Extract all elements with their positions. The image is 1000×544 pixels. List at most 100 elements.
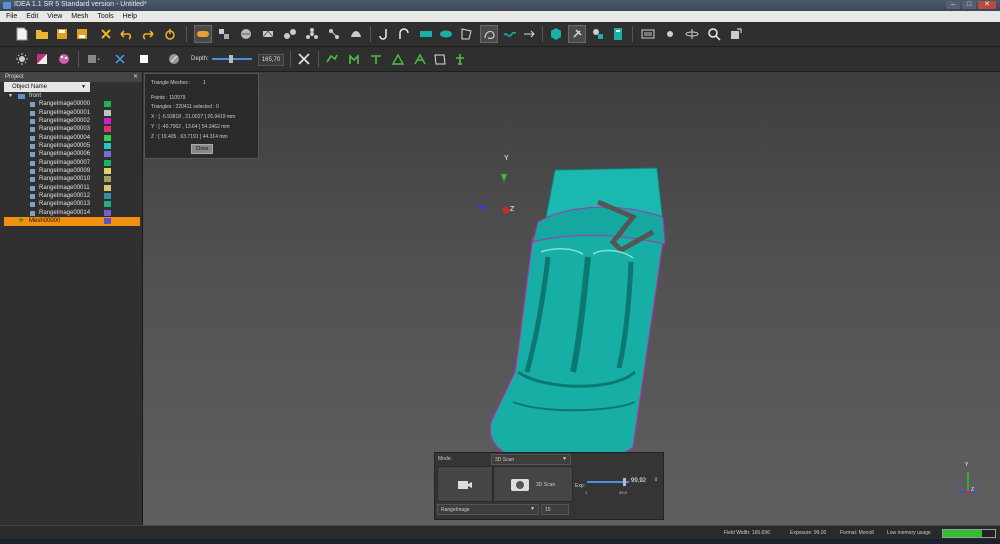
tree-item-rangeimage[interactable]: RangeImage00013 (4, 200, 140, 208)
filter-icon[interactable] (590, 26, 606, 42)
menu-edit[interactable]: Edit (26, 11, 38, 22)
new-file-icon[interactable] (14, 26, 30, 42)
surface-icon[interactable] (348, 26, 364, 42)
info-close-button[interactable]: Close (191, 144, 213, 154)
depth-slider-handle[interactable] (229, 55, 233, 63)
tools-icon[interactable] (296, 51, 312, 67)
object-name-column-header[interactable]: Object Name ▼ (4, 82, 90, 92)
visibility-checkbox[interactable] (30, 102, 35, 108)
depth-value[interactable]: 165,70 (258, 54, 284, 66)
visibility-checkbox[interactable] (30, 177, 35, 183)
align-icon[interactable] (216, 26, 232, 42)
tree-item-rangeimage[interactable]: RangeImage00010 (4, 175, 140, 183)
save-as-icon[interactable] (74, 26, 90, 42)
tree-item-rangeimage[interactable]: RangeImage00005 (4, 142, 140, 150)
zoom-icon[interactable] (706, 26, 722, 42)
merge-icon[interactable] (260, 26, 276, 42)
light-icon[interactable] (14, 51, 30, 67)
menu-view[interactable]: View (47, 11, 62, 22)
color-swatch[interactable] (104, 218, 111, 225)
green-tool-4-icon[interactable] (390, 51, 406, 67)
monitor-icon[interactable] (640, 26, 656, 42)
plane-icon[interactable] (684, 26, 700, 42)
curve-r-icon[interactable] (396, 26, 412, 42)
menu-tools[interactable]: Tools (97, 11, 113, 22)
menu-help[interactable]: Help (123, 11, 137, 22)
color-swatch[interactable] (104, 159, 111, 166)
color-swatch[interactable] (104, 193, 111, 200)
white-square-icon[interactable] (138, 51, 154, 67)
lasso-icon[interactable] (480, 25, 498, 43)
tree-item-rangeimage[interactable]: RangeImage00001 (4, 109, 140, 117)
target-icon[interactable] (662, 26, 678, 42)
mesh-view-icon[interactable] (432, 51, 448, 67)
visibility-checkbox[interactable] (30, 160, 35, 166)
tree-item-mesh-selected[interactable]: ★ Mesh00000 (4, 217, 140, 226)
menu-file[interactable]: File (6, 11, 17, 22)
arrow-right-icon[interactable] (522, 26, 538, 42)
exposure-spinner[interactable]: ⇕ (654, 477, 658, 483)
scanner-icon[interactable] (194, 25, 212, 43)
color-swatch[interactable] (104, 176, 111, 183)
close-project-icon[interactable] (98, 26, 114, 42)
cluster-icon[interactable] (304, 26, 320, 42)
color-swatch[interactable] (104, 109, 111, 116)
visibility-checkbox[interactable] (30, 202, 35, 208)
3d-scan-button[interactable]: 3D Scan (493, 466, 573, 502)
visibility-checkbox[interactable] (30, 119, 35, 125)
tree-item-rangeimage[interactable]: RangeImage00014 (4, 209, 140, 217)
axis-cross-icon[interactable] (112, 51, 128, 67)
save-icon[interactable] (54, 26, 70, 42)
visibility-checkbox[interactable] (30, 110, 35, 116)
color-swatch[interactable] (104, 151, 111, 158)
redo-icon[interactable] (140, 26, 156, 42)
green-tool-5-icon[interactable] (412, 51, 428, 67)
visibility-checkbox[interactable] (30, 135, 35, 141)
power-icon[interactable] (162, 26, 178, 42)
panel-close-icon[interactable]: ✕ (133, 72, 138, 82)
menu-mesh[interactable]: Mesh (71, 11, 88, 22)
curve-j-icon[interactable] (376, 26, 392, 42)
mode-select[interactable]: 3D Scan ▼ (491, 454, 571, 465)
visibility-checkbox[interactable] (30, 194, 35, 200)
tree-item-rangeimage[interactable]: RangeImage00009 (4, 167, 140, 175)
visibility-checkbox[interactable] (30, 144, 35, 150)
color-square-icon[interactable] (86, 51, 102, 67)
color-swatch[interactable] (104, 184, 111, 191)
pin-icon[interactable] (568, 25, 586, 43)
visibility-checkbox[interactable] (30, 210, 35, 216)
color-swatch[interactable] (104, 134, 111, 141)
palette-icon[interactable] (56, 51, 72, 67)
visibility-checkbox[interactable] (30, 152, 35, 158)
expand-arrow-icon[interactable]: ▼ (8, 92, 13, 100)
visibility-checkbox[interactable] (30, 127, 35, 133)
tree-item-rangeimage[interactable]: RangeImage00012 (4, 192, 140, 200)
ellipse-icon[interactable] (438, 26, 454, 42)
exposure-slider-handle[interactable] (623, 478, 626, 486)
camera-button[interactable] (437, 466, 493, 502)
tree-item-rangeimage[interactable]: RangeImage00003 (4, 125, 140, 133)
close-window-button[interactable]: ✕ (978, 1, 996, 9)
minimize-button[interactable]: – (946, 1, 960, 9)
mesh-nodes-icon[interactable] (326, 26, 342, 42)
color-swatch[interactable] (104, 168, 111, 175)
exposure-value[interactable]: 99,92 (631, 478, 646, 484)
open-folder-icon[interactable] (34, 26, 50, 42)
wave-icon[interactable] (502, 26, 518, 42)
layers-icon[interactable] (610, 26, 626, 42)
color-swatch[interactable] (104, 126, 111, 133)
green-tool-1-icon[interactable] (324, 51, 340, 67)
brush-icon[interactable] (166, 51, 182, 67)
tree-item-rangeimage[interactable]: RangeImage00004 (4, 134, 140, 142)
maximize-button[interactable]: □ (962, 1, 976, 9)
undo-icon[interactable] (118, 26, 134, 42)
tree-root-front[interactable]: ▼ front (4, 92, 140, 100)
tree-item-rangeimage[interactable]: RangeImage00000 (4, 100, 140, 108)
green-tool-2-icon[interactable] (346, 51, 362, 67)
polygon-icon[interactable] (458, 26, 474, 42)
visibility-checkbox[interactable] (30, 169, 35, 175)
tree-item-rangeimage[interactable]: RangeImage00007 (4, 159, 140, 167)
gradient-icon[interactable] (34, 51, 50, 67)
color-swatch[interactable] (104, 209, 111, 216)
visibility-checkbox[interactable] (30, 185, 35, 191)
